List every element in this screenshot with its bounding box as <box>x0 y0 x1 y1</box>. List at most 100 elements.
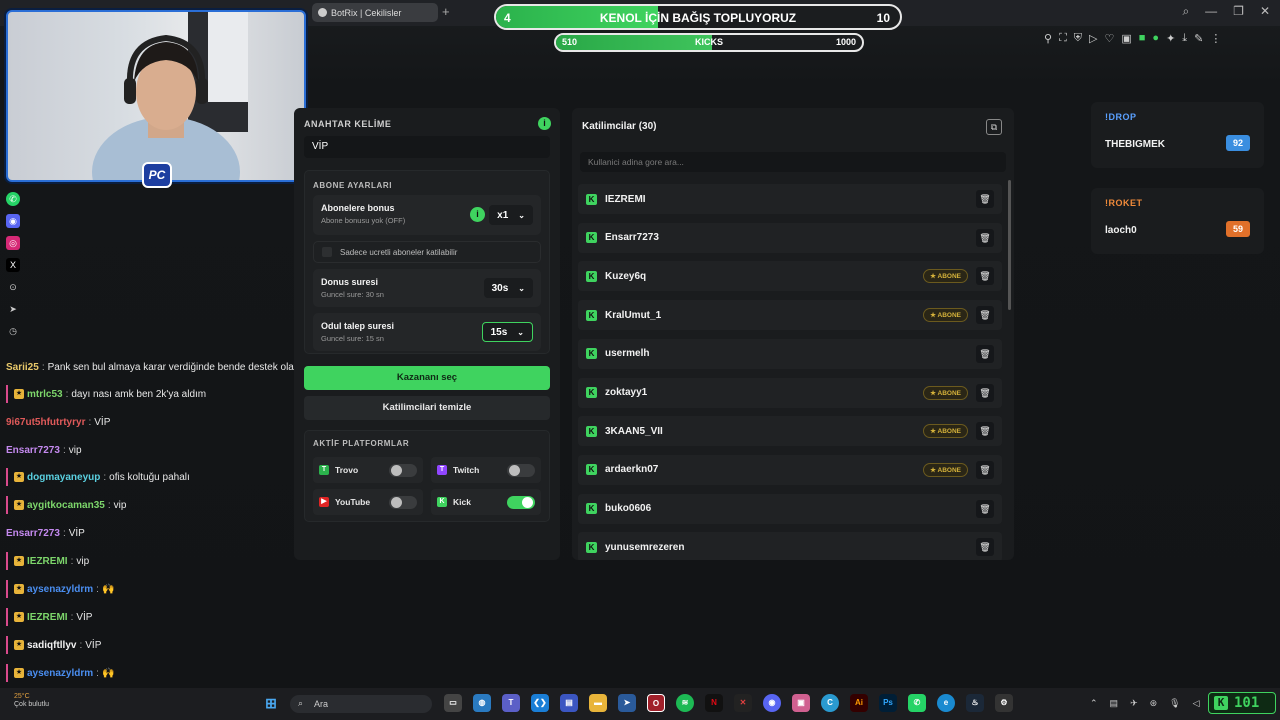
netflix-icon[interactable]: N <box>705 694 723 712</box>
chat-username[interactable]: Ensarr7273 <box>6 445 60 456</box>
tab-botrix[interactable]: BotRix | Cekilisler <box>312 3 438 22</box>
weather-widget[interactable]: 25°C Çok bulutlu <box>14 693 49 709</box>
clock-icon[interactable]: ◷ <box>6 324 20 338</box>
taskbar-search[interactable]: ⌕ Ara <box>290 695 432 713</box>
chat-username[interactable]: Ensarr7273 <box>6 528 60 539</box>
chat-message: Sarii25: Pank sen bul almaya karar verdiğ… <box>6 358 310 376</box>
volume-icon[interactable]: ◁ <box>1193 698 1200 709</box>
tray-app3-icon[interactable]: ⊛ <box>1150 698 1158 709</box>
streamer-figure <box>92 12 248 180</box>
folder-icon[interactable]: ▬ <box>589 694 607 712</box>
pin-icon[interactable]: ⚲ <box>1044 32 1052 45</box>
trash-icon[interactable]: 🗑 <box>976 267 994 286</box>
chat-separator: : <box>70 555 74 567</box>
chat-username[interactable]: Sarii25 <box>6 362 39 373</box>
send-icon[interactable]: ➤ <box>6 302 20 316</box>
c-app-icon[interactable]: C <box>821 694 839 712</box>
teams-icon[interactable]: T <box>502 694 520 712</box>
chat-username[interactable]: sadiqftllyv <box>27 640 76 651</box>
paid-only-checkbox[interactable] <box>322 247 332 257</box>
app-blue-icon[interactable]: ▤ <box>560 694 578 712</box>
trash-icon[interactable]: 🗑 <box>976 190 994 208</box>
tray-app-icon[interactable]: ▤ <box>1110 698 1119 709</box>
scrollbar[interactable] <box>1008 180 1011 310</box>
vscode-icon[interactable]: ❮❯ <box>531 694 549 712</box>
chat-username[interactable]: aysenazyldrm <box>27 668 93 679</box>
arrow-app-icon[interactable]: ➤ <box>618 694 636 712</box>
extension-badge-icon[interactable]: ● <box>1152 32 1159 45</box>
shield-icon[interactable]: ⛨ <box>1074 32 1082 45</box>
chat-username[interactable]: dogmayaneyup <box>27 472 100 483</box>
kick-counter-widget[interactable]: K 101 <box>1208 692 1276 714</box>
puzzle-icon[interactable]: ✦ <box>1166 32 1175 45</box>
download-icon[interactable]: ⤓ <box>1182 32 1187 45</box>
keyword-input[interactable]: VİP <box>304 136 550 158</box>
platform-toggle[interactable] <box>389 496 417 509</box>
instagram-icon[interactable]: ◎ <box>6 236 20 250</box>
trash-icon[interactable]: 🗑 <box>976 306 994 325</box>
close-button[interactable]: ✕ <box>1260 4 1270 19</box>
platform-toggle[interactable] <box>507 464 535 477</box>
opera-icon[interactable]: O <box>647 694 665 712</box>
photos-icon[interactable]: ▣ <box>792 694 810 712</box>
info-icon[interactable]: i <box>538 117 551 130</box>
tray-app2-icon[interactable]: ✈ <box>1130 698 1138 709</box>
menu-icon[interactable]: ⋮ <box>1210 32 1221 45</box>
claim-time-select[interactable]: 15s ⌄ <box>481 322 533 342</box>
whatsapp-icon[interactable]: ✆ <box>6 192 20 206</box>
task-view-icon[interactable]: ▭ <box>444 694 462 712</box>
new-tab-button[interactable]: + <box>442 4 450 19</box>
discord-taskbar-icon[interactable]: ◉ <box>763 694 781 712</box>
platform-toggle[interactable] <box>507 496 535 509</box>
copy-icon[interactable]: ⧉ <box>986 119 1002 135</box>
chat-username[interactable]: 9i67ut5hfutrtyryr <box>6 417 85 428</box>
chat-message: 9i67ut5hfutrtyryr: VİP <box>6 413 110 431</box>
paid-only-row[interactable]: Sadece ucretli aboneler katilabilir <box>313 241 541 263</box>
extension-green-icon[interactable]: ■ <box>1139 32 1146 45</box>
play-icon[interactable]: ▷ <box>1089 32 1097 45</box>
chat-username[interactable]: mtrlc53 <box>27 389 63 400</box>
microphone-icon[interactable]: 🎙 <box>1169 698 1180 709</box>
settings-icon[interactable]: ⚙ <box>995 694 1013 712</box>
bonus-time-subtitle: Guncel sure: 30 sn <box>321 290 384 299</box>
trash-icon[interactable]: 🗑 <box>976 383 994 402</box>
steam-icon[interactable]: ♨ <box>966 694 984 712</box>
chat-username[interactable]: IEZREMI <box>27 612 68 623</box>
maximize-button[interactable]: ❐ <box>1233 4 1244 19</box>
x-icon[interactable]: X <box>6 258 20 272</box>
trash-icon[interactable]: 🗑 <box>976 460 994 479</box>
chat-username[interactable]: aysenazyldrm <box>27 584 93 595</box>
participant-search-input[interactable]: Kullanici adina gore ara... <box>580 152 1006 172</box>
capcut-icon[interactable]: ✕ <box>734 694 752 712</box>
crop-icon[interactable]: ⛶ <box>1059 32 1067 45</box>
trash-icon[interactable]: 🗑 <box>976 499 994 518</box>
illustrator-icon[interactable]: Ai <box>850 694 868 712</box>
heart-icon[interactable]: ♡ <box>1104 32 1114 45</box>
clear-participants-button[interactable]: Katilimcilari temizle <box>304 396 550 420</box>
windows-start-icon[interactable]: ⊞ <box>262 694 280 712</box>
trash-icon[interactable]: 🗑 <box>976 344 994 363</box>
globe-icon[interactable]: ◍ <box>473 694 491 712</box>
photoshop-icon[interactable]: Ps <box>879 694 897 712</box>
chat-username[interactable]: aygitkocaman35 <box>27 500 105 511</box>
whatsapp-taskbar-icon[interactable]: ✆ <box>908 694 926 712</box>
camera-icon[interactable]: ▣ <box>1121 32 1131 45</box>
chevron-up-icon[interactable]: ⌃ <box>1090 698 1098 709</box>
edge-icon[interactable]: e <box>937 694 955 712</box>
trash-icon[interactable]: 🗑 <box>976 422 994 441</box>
platform-toggle[interactable] <box>389 464 417 477</box>
pick-winner-button[interactable]: Kazananı seç <box>304 366 550 390</box>
bonus-info-icon[interactable]: i <box>470 207 485 222</box>
minimize-button[interactable]: — <box>1205 4 1217 19</box>
circle-play-icon[interactable]: ⊙ <box>6 280 20 294</box>
ai-icon[interactable]: ✎ <box>1194 32 1203 45</box>
trash-icon[interactable]: 🗑 <box>976 538 994 557</box>
trash-icon[interactable]: 🗑 <box>976 228 994 247</box>
search-tabs-icon[interactable]: ⌕ <box>1182 4 1189 19</box>
chat-text: ofis koltuğu pahalı <box>109 471 190 483</box>
spotify-icon[interactable]: ≋ <box>676 694 694 712</box>
discord-icon[interactable]: ◉ <box>6 214 20 228</box>
subscriber-bonus-select[interactable]: x1 ⌄ <box>489 205 533 225</box>
bonus-time-select[interactable]: 30s ⌄ <box>483 278 533 298</box>
chat-username[interactable]: IEZREMI <box>27 556 68 567</box>
